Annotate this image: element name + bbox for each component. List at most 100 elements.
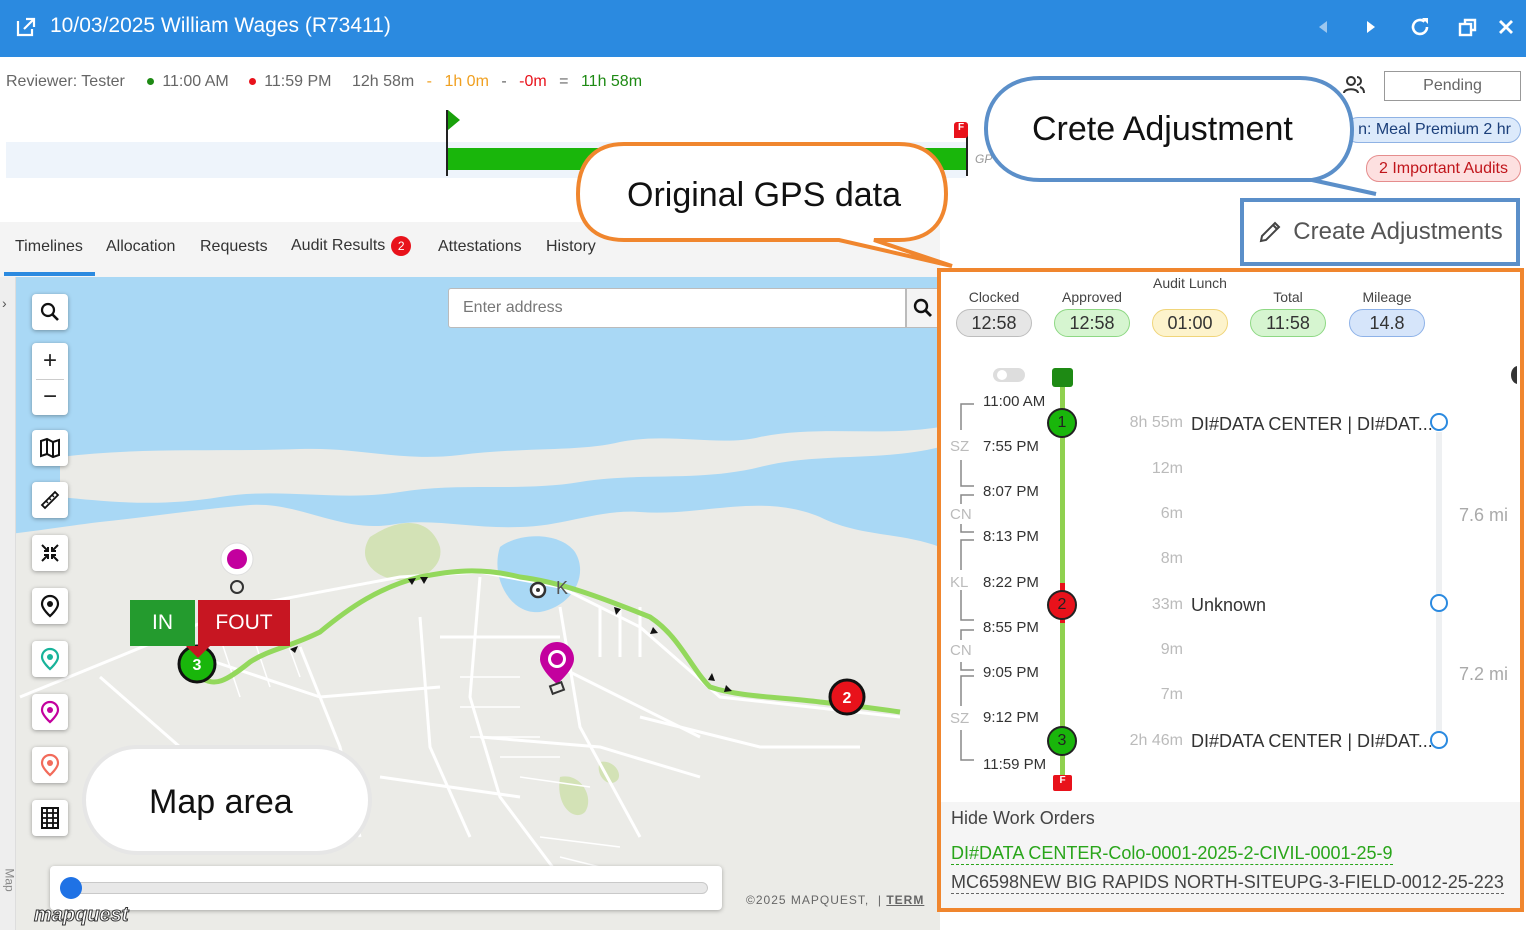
time-label: 7:55 PM <box>983 438 1039 455</box>
net-duration: 11h 58m <box>580 73 643 90</box>
map-terms-link[interactable]: TERM <box>886 893 924 907</box>
restore-icon[interactable] <box>1455 14 1481 40</box>
zoom-in-icon[interactable]: + <box>32 343 68 379</box>
chevron-right-icon[interactable]: › <box>2 295 7 311</box>
segment-code: SZ <box>950 438 970 455</box>
magenta-pin-icon <box>40 700 60 724</box>
select-stop-radio[interactable] <box>1430 731 1448 749</box>
end-dot-icon <box>249 78 257 86</box>
map-marker-2[interactable]: 2 <box>827 677 867 717</box>
location-pin-button[interactable] <box>32 588 68 624</box>
orange-pin-icon <box>40 753 60 777</box>
start-time: 11:00 AM <box>147 73 236 90</box>
prev-icon[interactable] <box>1310 14 1336 40</box>
magenta-pin-button[interactable] <box>32 694 68 730</box>
teal-pin-icon <box>40 647 60 671</box>
magenta-pin-icon[interactable] <box>537 640 577 698</box>
pencil-icon <box>1260 221 1281 243</box>
refresh-icon[interactable] <box>1407 14 1433 40</box>
timeline-stop-2[interactable]: 2 <box>1047 590 1077 620</box>
map-side-label: Map <box>2 868 17 892</box>
tab-timelines[interactable]: Timelines <box>15 238 83 256</box>
grid-button[interactable] <box>32 800 68 836</box>
span-duration: 12h 58m <box>351 73 415 90</box>
create-adjustments-button[interactable]: Create Adjustments <box>1240 198 1520 266</box>
map-area-callout-text: Map area <box>149 783 293 821</box>
svg-text:2: 2 <box>843 690 852 707</box>
flag-pointer-icon <box>186 646 210 658</box>
start-flag-icon <box>448 110 460 130</box>
segment-code: SZ <box>950 710 970 727</box>
zoom-out-icon[interactable]: − <box>32 379 68 415</box>
work-order-link[interactable]: DI#DATA CENTER-Colo-0001-2025-2-CIVIL-00… <box>951 843 1393 865</box>
segment-code: CN <box>950 506 972 523</box>
status-pending-button[interactable]: Pending <box>1384 71 1521 101</box>
address-search-button[interactable] <box>906 288 940 328</box>
location-pin-icon <box>40 594 60 618</box>
end-time: 11:59 PM <box>249 73 339 90</box>
select-stop-radio[interactable] <box>1430 594 1448 612</box>
stop-marker-icon <box>529 581 547 599</box>
playback-slider-thumb[interactable] <box>60 877 82 899</box>
tab-allocation[interactable]: Allocation <box>106 238 175 256</box>
collapse-icon <box>41 544 59 562</box>
map-side-collapse[interactable]: › Map <box>0 277 17 930</box>
close-icon[interactable] <box>1493 14 1519 40</box>
stat-label-total: Total <box>1273 289 1303 305</box>
time-label: 8:07 PM <box>983 483 1039 500</box>
end-flag-icon: F <box>954 122 968 138</box>
grid-icon <box>41 807 59 829</box>
stop-duration: 8h 55m <box>1129 414 1183 431</box>
stop-duration: 33m <box>1151 596 1183 613</box>
stop-location[interactable]: Unknown <box>1191 595 1266 616</box>
stop-location[interactable]: DI#DATA CENTER | DI#DAT... <box>1191 414 1433 435</box>
stat-clocked: 12:58 <box>956 309 1032 337</box>
map-layers-button[interactable] <box>32 430 68 466</box>
travel-duration: 6m <box>1160 505 1183 522</box>
time-label: 9:12 PM <box>983 709 1039 726</box>
select-stop-radio[interactable] <box>1430 413 1448 431</box>
search-icon <box>913 298 932 317</box>
segment-miles: 7.2 mi <box>1459 664 1509 684</box>
map-copyright: ©2025 MAPQUEST, | TERM <box>746 893 925 907</box>
tab-audit-results[interactable]: Audit Results 2 <box>291 236 412 256</box>
tab-attestations[interactable]: Attestations <box>438 238 522 256</box>
segment-code: CN <box>950 642 972 659</box>
next-icon[interactable] <box>1358 14 1384 40</box>
work-order-link[interactable]: MC6598NEW BIG RAPIDS NORTH-SITEUPG-3-FIE… <box>951 872 1504 894</box>
lunch-duration: 1h 0m <box>444 73 489 90</box>
fit-route-button[interactable] <box>32 535 68 571</box>
teal-pin-button[interactable] <box>32 641 68 677</box>
stat-label-clocked: Clocked <box>968 289 1020 305</box>
audit-count-badge: 2 <box>391 236 412 256</box>
tab-label: Audit Results <box>291 237 386 255</box>
time-label: 9:05 PM <box>983 664 1039 681</box>
create-adjustments-label: Create Adjustments <box>1293 218 1503 245</box>
time-summary: Reviewer: Tester 11:00 AM 11:59 PM 12h 5… <box>6 73 650 91</box>
map-search-button[interactable] <box>32 294 68 330</box>
clock-in-flag[interactable]: IN <box>130 600 195 646</box>
clock-out-flag[interactable]: FOUT <box>198 600 290 646</box>
time-label: 11:00 AM <box>983 393 1046 410</box>
travel-duration: 8m <box>1160 550 1183 567</box>
timeline-stop-3[interactable]: 3 <box>1047 726 1077 756</box>
segment-rail <box>1436 432 1442 732</box>
address-search-input[interactable] <box>448 288 906 328</box>
external-link-icon[interactable] <box>14 15 38 39</box>
stop-location[interactable]: DI#DATA CENTER | DI#DAT... <box>1191 731 1433 752</box>
orange-pin-button[interactable] <box>32 747 68 783</box>
window-title-bar: 10/03/2025 William Wages (R73411) <box>0 0 1526 57</box>
stat-total: 11:58 <box>1250 309 1326 337</box>
timeline-stop-1[interactable]: 1 <box>1047 408 1077 438</box>
route-toggle[interactable] <box>993 368 1025 382</box>
window-title: 10/03/2025 William Wages (R73411) <box>50 14 391 37</box>
travel-duration: 7m <box>1160 686 1183 703</box>
tab-requests[interactable]: Requests <box>200 238 268 256</box>
deduction: -0m <box>519 73 547 90</box>
poi-marker-icon[interactable] <box>218 540 256 598</box>
measure-button[interactable] <box>32 482 68 518</box>
stat-audit-lunch: 01:00 <box>1152 309 1228 337</box>
time-label: 8:22 PM <box>983 574 1039 591</box>
hide-work-orders-toggle[interactable]: Hide Work Orders <box>951 808 1095 829</box>
playback-slider[interactable] <box>70 882 708 894</box>
